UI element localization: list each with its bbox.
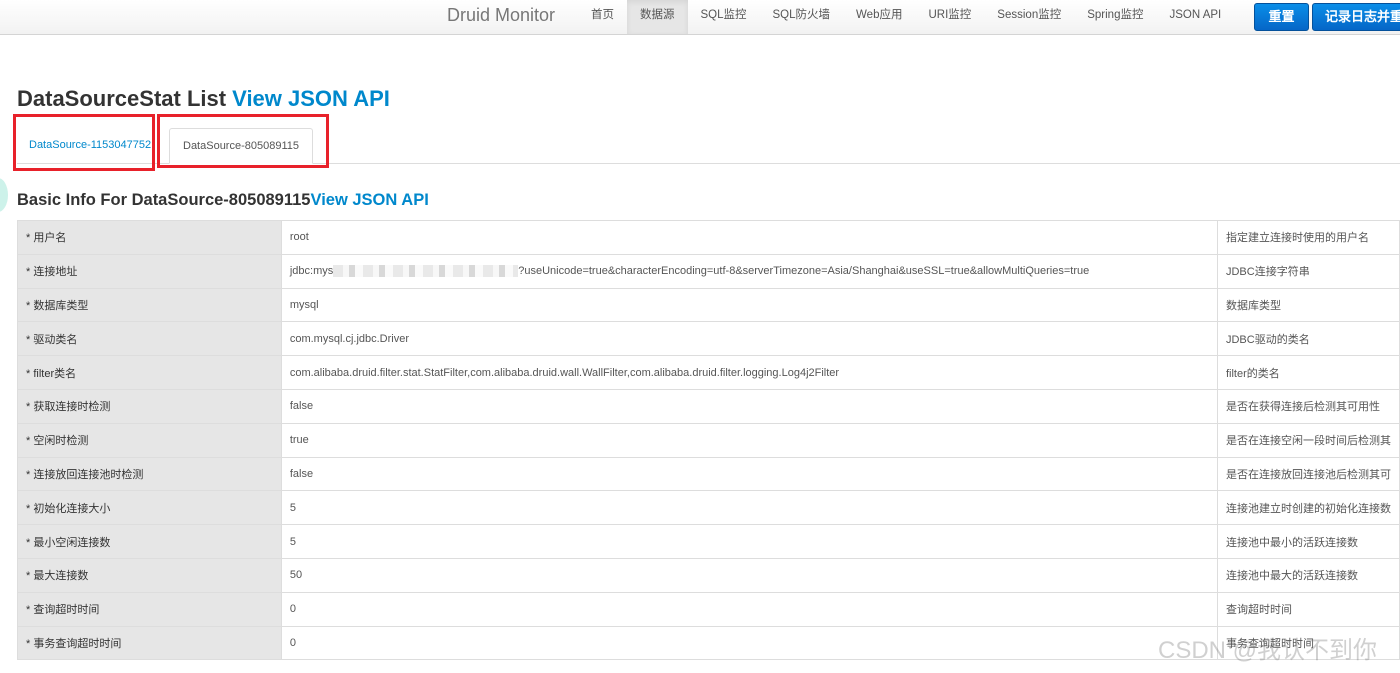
nav-item-datasource[interactable]: 数据源 bbox=[627, 0, 688, 34]
section-json-api-link[interactable]: View JSON API bbox=[310, 191, 428, 209]
row-value: 50 bbox=[280, 557, 1218, 593]
top-navbar: Druid Monitor 首页 数据源 SQL监控 SQL防火墙 Web应用 … bbox=[0, 0, 1400, 35]
nav-item-spring-monitor[interactable]: Spring监控 bbox=[1074, 0, 1156, 34]
table-row: * 连接放回连接池时检测 false 是否在连接放回连接池后检测其可 bbox=[17, 456, 1400, 492]
row-desc: 连接池中最大的活跃连接数 bbox=[1216, 557, 1400, 593]
row-value: com.alibaba.druid.filter.stat.StatFilter… bbox=[280, 355, 1218, 390]
row-desc: filter的类名 bbox=[1216, 355, 1400, 390]
row-key: * 空闲时检测 bbox=[17, 422, 282, 458]
row-value: 0 bbox=[280, 625, 1218, 661]
reset-button[interactable]: 重置 bbox=[1254, 3, 1309, 31]
row-key: * 驱动类名 bbox=[17, 321, 282, 357]
row-key: * 用户名 bbox=[17, 220, 282, 255]
page-title-text: DataSourceStat List bbox=[17, 86, 233, 111]
redacted-region bbox=[333, 265, 519, 278]
row-key: * 获取连接时检测 bbox=[17, 388, 282, 424]
row-desc: 查询超时时间 bbox=[1216, 591, 1400, 627]
highlight-box-tab-1 bbox=[13, 114, 155, 171]
row-key: * 连接放回连接池时检测 bbox=[17, 456, 282, 492]
row-key: * 查询超时时间 bbox=[17, 591, 282, 627]
nav-item-sql-firewall[interactable]: SQL防火墙 bbox=[760, 0, 844, 34]
row-key: * 最大连接数 bbox=[17, 557, 282, 593]
table-row: * 最小空闲连接数 5 连接池中最小的活跃连接数 bbox=[17, 524, 1400, 559]
side-floating-circle[interactable] bbox=[0, 178, 8, 212]
nav-item-web-app[interactable]: Web应用 bbox=[843, 0, 915, 34]
nav-item-uri-monitor[interactable]: URI监控 bbox=[915, 0, 984, 34]
nav-item-session-monitor[interactable]: Session监控 bbox=[984, 0, 1074, 34]
url-prefix: jdbc:mys bbox=[289, 265, 334, 278]
row-desc: 是否在连接放回连接池后检测其可 bbox=[1216, 456, 1400, 492]
basic-info-table: * 用户名 root 指定建立连接时使用的用户名 * 连接地址 jdbc:mys… bbox=[17, 220, 1400, 661]
row-desc: 是否在获得连接后检测其可用性 bbox=[1216, 388, 1400, 424]
row-value: 5 bbox=[280, 490, 1218, 526]
row-value: false bbox=[280, 388, 1218, 424]
row-key: * 数据库类型 bbox=[17, 287, 282, 323]
row-desc: 是否在连接空闲一段时间后检测其 bbox=[1216, 422, 1400, 458]
row-value: 0 bbox=[280, 591, 1218, 627]
nav-menu: 首页 数据源 SQL监控 SQL防火墙 Web应用 URI监控 Session监… bbox=[578, 0, 1234, 34]
table-row: * 连接地址 jdbc:mys ?useUnicode=true&characte… bbox=[17, 253, 1400, 289]
highlight-box-tab-2 bbox=[157, 114, 329, 168]
row-key: * filter类名 bbox=[17, 355, 282, 390]
nav-item-json-api[interactable]: JSON API bbox=[1156, 0, 1234, 34]
table-row: * 查询超时时间 0 查询超时时间 bbox=[17, 591, 1400, 627]
row-value: com.mysql.cj.jdbc.Driver bbox=[280, 321, 1218, 357]
row-value: true bbox=[280, 422, 1218, 458]
row-key: * 初始化连接大小 bbox=[17, 490, 282, 526]
view-json-api-link[interactable]: View JSON API bbox=[232, 86, 390, 111]
row-desc: 连接池中最小的活跃连接数 bbox=[1216, 524, 1400, 559]
section-title-text: Basic Info For DataSource-805089115 bbox=[17, 191, 311, 209]
csdn-watermark: CSDN @我认不到你 bbox=[1158, 637, 1378, 664]
row-desc: 连接池建立时创建的初始化连接数 bbox=[1216, 490, 1400, 526]
table-row: * filter类名 com.alibaba.druid.filter.stat… bbox=[17, 355, 1400, 390]
brand-title[interactable]: Druid Monitor bbox=[447, 5, 555, 26]
table-row: * 最大连接数 50 连接池中最大的活跃连接数 bbox=[17, 557, 1400, 593]
row-key: * 事务查询超时时间 bbox=[17, 625, 282, 661]
table-row: * 驱动类名 com.mysql.cj.jdbc.Driver JDBC驱动的类… bbox=[17, 321, 1400, 357]
row-value: mysql bbox=[280, 287, 1218, 323]
table-row: * 空闲时检测 true 是否在连接空闲一段时间后检测其 bbox=[17, 422, 1400, 458]
table-row: * 用户名 root 指定建立连接时使用的用户名 bbox=[17, 220, 1400, 255]
page-title: DataSourceStat List View JSON API bbox=[17, 86, 390, 112]
row-key: * 连接地址 bbox=[17, 253, 282, 289]
row-desc: 数据库类型 bbox=[1216, 287, 1400, 323]
section-title: Basic Info For DataSource-805089115View … bbox=[17, 191, 429, 210]
row-value: jdbc:mys ?useUnicode=true&characterEncodi… bbox=[280, 253, 1218, 289]
nav-item-home[interactable]: 首页 bbox=[578, 0, 627, 34]
log-and-reset-button[interactable]: 记录日志并重置 bbox=[1312, 3, 1400, 31]
row-desc: 指定建立连接时使用的用户名 bbox=[1216, 220, 1400, 255]
row-value: 5 bbox=[280, 524, 1218, 559]
table-row: * 数据库类型 mysql 数据库类型 bbox=[17, 287, 1400, 323]
url-params: ?useUnicode=true&characterEncoding=utf-8… bbox=[518, 265, 1090, 278]
row-desc: JDBC驱动的类名 bbox=[1216, 321, 1400, 357]
table-row: * 获取连接时检测 false 是否在获得连接后检测其可用性 bbox=[17, 388, 1400, 424]
row-value: false bbox=[280, 456, 1218, 492]
row-value: root bbox=[280, 220, 1218, 255]
nav-item-sql-monitor[interactable]: SQL监控 bbox=[688, 0, 760, 34]
table-row: * 初始化连接大小 5 连接池建立时创建的初始化连接数 bbox=[17, 490, 1400, 526]
row-desc: JDBC连接字符串 bbox=[1216, 253, 1400, 289]
row-key: * 最小空闲连接数 bbox=[17, 524, 282, 559]
